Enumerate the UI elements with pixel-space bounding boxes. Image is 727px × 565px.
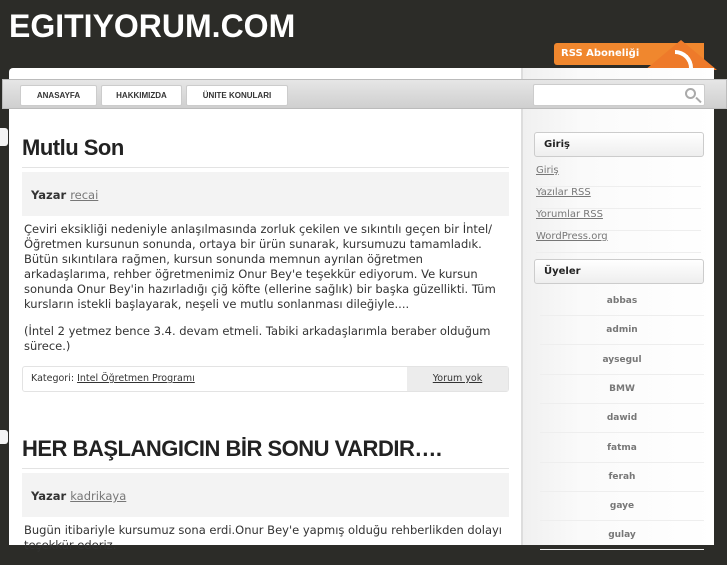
comments-link[interactable]: Yorum yok: [433, 373, 483, 384]
search-icon[interactable]: [685, 88, 696, 99]
nav-unite-konulari[interactable]: ÜNITE KONULARI: [186, 85, 288, 106]
sidebar-link-wordpress[interactable]: WordPress.org: [536, 231, 701, 253]
nav-hakkimizda[interactable]: HAKKIMIZDA: [101, 85, 182, 106]
post-meta: Yazar recai: [22, 172, 509, 216]
widget-title-login: Giriş: [534, 132, 704, 157]
author-label: Yazar: [31, 489, 67, 503]
member-link[interactable]: dawid: [540, 404, 704, 434]
post: Mutlu Son Yazar recai Çeviri eksikliği n…: [22, 135, 509, 392]
member-link[interactable]: abbas: [540, 287, 704, 316]
member-link[interactable]: fatma: [540, 434, 704, 463]
member-link[interactable]: BMW: [540, 375, 704, 404]
post-title[interactable]: Mutlu Son: [22, 135, 509, 168]
paragraph: Çeviri eksikliği nedeniyle anlaşılmasınd…: [24, 222, 496, 311]
left-edge-panel: [0, 430, 8, 444]
nav-anasayfa[interactable]: ANASAYFA: [20, 85, 97, 106]
member-link[interactable]: admin: [540, 316, 704, 346]
post-meta: Yazar kadrikaya: [22, 473, 509, 517]
member-link[interactable]: ferah: [540, 463, 704, 492]
author-link[interactable]: kadrikaya: [70, 489, 126, 503]
author-link[interactable]: recai: [70, 188, 98, 202]
paragraph: (İntel 2 yetmez bence 3.4. devam etmeli.…: [24, 324, 491, 353]
sidebar-link-comments-rss[interactable]: Yorumlar RSS: [536, 209, 701, 231]
site-logo[interactable]: EGITIYORUM.COM: [9, 8, 295, 45]
author-label: Yazar: [31, 188, 67, 202]
category-label: Kategori:: [31, 373, 75, 384]
post-body: Bugün itibariyle kursumuz sona erdi.Onur…: [22, 517, 509, 553]
post-title[interactable]: HER BAŞLANGICIN BİR SONU VARDIR….: [22, 436, 509, 469]
category-link[interactable]: Intel Öğretmen Programı: [77, 373, 195, 384]
member-link[interactable]: aysegul: [540, 346, 704, 375]
rss-icon[interactable]: [645, 40, 717, 70]
member-link[interactable]: gaye: [540, 492, 704, 522]
sidebar-link-login[interactable]: Giriş: [536, 165, 701, 187]
post: HER BAŞLANGICIN BİR SONU VARDIR…. Yazar …: [22, 436, 509, 565]
left-edge-panel: [0, 128, 8, 146]
paragraph: Bugün itibariyle kursumuz sona erdi.Onur…: [24, 523, 502, 552]
post-footer: Kategori: Intel Öğretmen Programı Yorum …: [22, 366, 509, 392]
nav-bar: ANASAYFA HAKKIMIZDA ÜNITE KONULARI: [2, 79, 727, 109]
sidebar-link-posts-rss[interactable]: Yazılar RSS: [536, 187, 701, 209]
widget-title-members: Üyeler: [534, 259, 704, 284]
member-link[interactable]: gulay: [540, 521, 704, 551]
search-input[interactable]: [533, 84, 705, 106]
post-body: Çeviri eksikliği nedeniyle anlaşılmasınd…: [22, 216, 509, 354]
